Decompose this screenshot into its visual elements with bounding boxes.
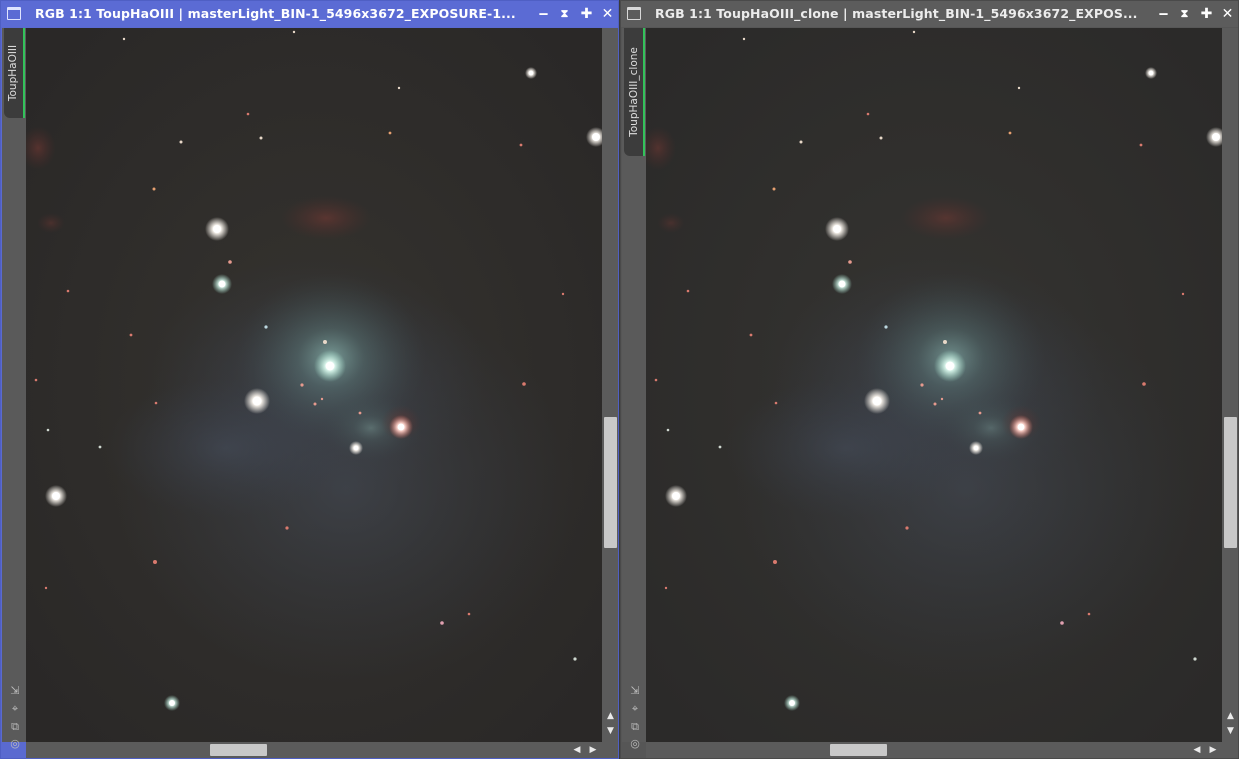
window-titlebar[interactable]: RGB 1:1 ToupHaOIII_clone | masterLight_B… bbox=[621, 1, 1238, 27]
vertical-scrollbar[interactable]: ▲ ▼ bbox=[602, 28, 618, 742]
scroll-up-icon[interactable]: ▲ bbox=[1223, 710, 1238, 722]
target-icon[interactable]: ◎ bbox=[8, 737, 22, 751]
horizontal-scroll-thumb[interactable] bbox=[210, 744, 267, 756]
image-canvas[interactable] bbox=[26, 28, 602, 742]
view-identifier-tab[interactable]: ToupHaOIII bbox=[4, 28, 25, 118]
clone-view-icon[interactable]: ⧉ bbox=[8, 720, 22, 734]
clone-view-icon[interactable]: ⧉ bbox=[628, 720, 642, 734]
scroll-down-icon[interactable]: ▼ bbox=[603, 725, 618, 737]
view-sidebar: ToupHaOIII ⇲ ⌖ ⧉ ◎ bbox=[2, 28, 26, 750]
horizontal-scroll-thumb[interactable] bbox=[830, 744, 887, 756]
horizontal-scrollbar[interactable]: ◀ ▶ bbox=[646, 742, 1222, 758]
vertical-scroll-thumb[interactable] bbox=[1224, 417, 1237, 548]
image-canvas[interactable] bbox=[646, 28, 1222, 742]
fit-view-icon[interactable]: ⌖ bbox=[8, 702, 22, 716]
view-identifier-label: ToupHaOIII_clone bbox=[627, 47, 640, 137]
window-title: RGB 1:1 ToupHaOIII | masterLight_BIN-1_5… bbox=[35, 6, 516, 21]
resize-icon[interactable]: ⇲ bbox=[628, 684, 642, 698]
view-identifier-tab[interactable]: ToupHaOIII_clone bbox=[624, 28, 645, 156]
view-sidebar: ToupHaOIII_clone ⇲ ⌖ ⧉ ◎ bbox=[622, 28, 646, 750]
maximize-button[interactable]: ✚ bbox=[578, 5, 595, 23]
image-window-clone[interactable]: RGB 1:1 ToupHaOIII_clone | masterLight_B… bbox=[620, 0, 1239, 759]
nebula-image bbox=[646, 28, 1222, 742]
target-icon[interactable]: ◎ bbox=[628, 737, 642, 751]
window-icon[interactable] bbox=[7, 7, 21, 20]
scroll-right-icon[interactable]: ▶ bbox=[587, 743, 599, 757]
image-window-original[interactable]: RGB 1:1 ToupHaOIII | masterLight_BIN-1_5… bbox=[0, 0, 619, 759]
close-button[interactable]: ✕ bbox=[599, 5, 616, 23]
horizontal-scrollbar[interactable]: ◀ ▶ bbox=[26, 742, 602, 758]
window-titlebar[interactable]: RGB 1:1 ToupHaOIII | masterLight_BIN-1_5… bbox=[1, 1, 618, 27]
close-button[interactable]: ✕ bbox=[1219, 5, 1236, 23]
scroll-corner bbox=[602, 742, 618, 758]
window-icon[interactable] bbox=[627, 7, 641, 20]
scroll-down-icon[interactable]: ▼ bbox=[1223, 725, 1238, 737]
nebula-image bbox=[26, 28, 602, 742]
minimize-button[interactable]: ‒ bbox=[535, 5, 552, 23]
scroll-left-icon[interactable]: ◀ bbox=[1191, 743, 1203, 757]
view-identifier-label: ToupHaOIII bbox=[7, 44, 20, 102]
vertical-scroll-thumb[interactable] bbox=[604, 417, 617, 548]
scroll-corner bbox=[1222, 742, 1238, 758]
scroll-up-icon[interactable]: ▲ bbox=[603, 710, 618, 722]
resize-icon[interactable]: ⇲ bbox=[8, 684, 22, 698]
minimize-button[interactable]: ‒ bbox=[1155, 5, 1172, 23]
maximize-button[interactable]: ✚ bbox=[1198, 5, 1215, 23]
scroll-left-icon[interactable]: ◀ bbox=[571, 743, 583, 757]
shade-button[interactable]: ⧗ bbox=[1176, 5, 1193, 23]
window-title: RGB 1:1 ToupHaOIII_clone | masterLight_B… bbox=[655, 6, 1138, 21]
shade-button[interactable]: ⧗ bbox=[556, 5, 573, 23]
fit-view-icon[interactable]: ⌖ bbox=[628, 702, 642, 716]
vertical-scrollbar[interactable]: ▲ ▼ bbox=[1222, 28, 1238, 742]
scroll-right-icon[interactable]: ▶ bbox=[1207, 743, 1219, 757]
